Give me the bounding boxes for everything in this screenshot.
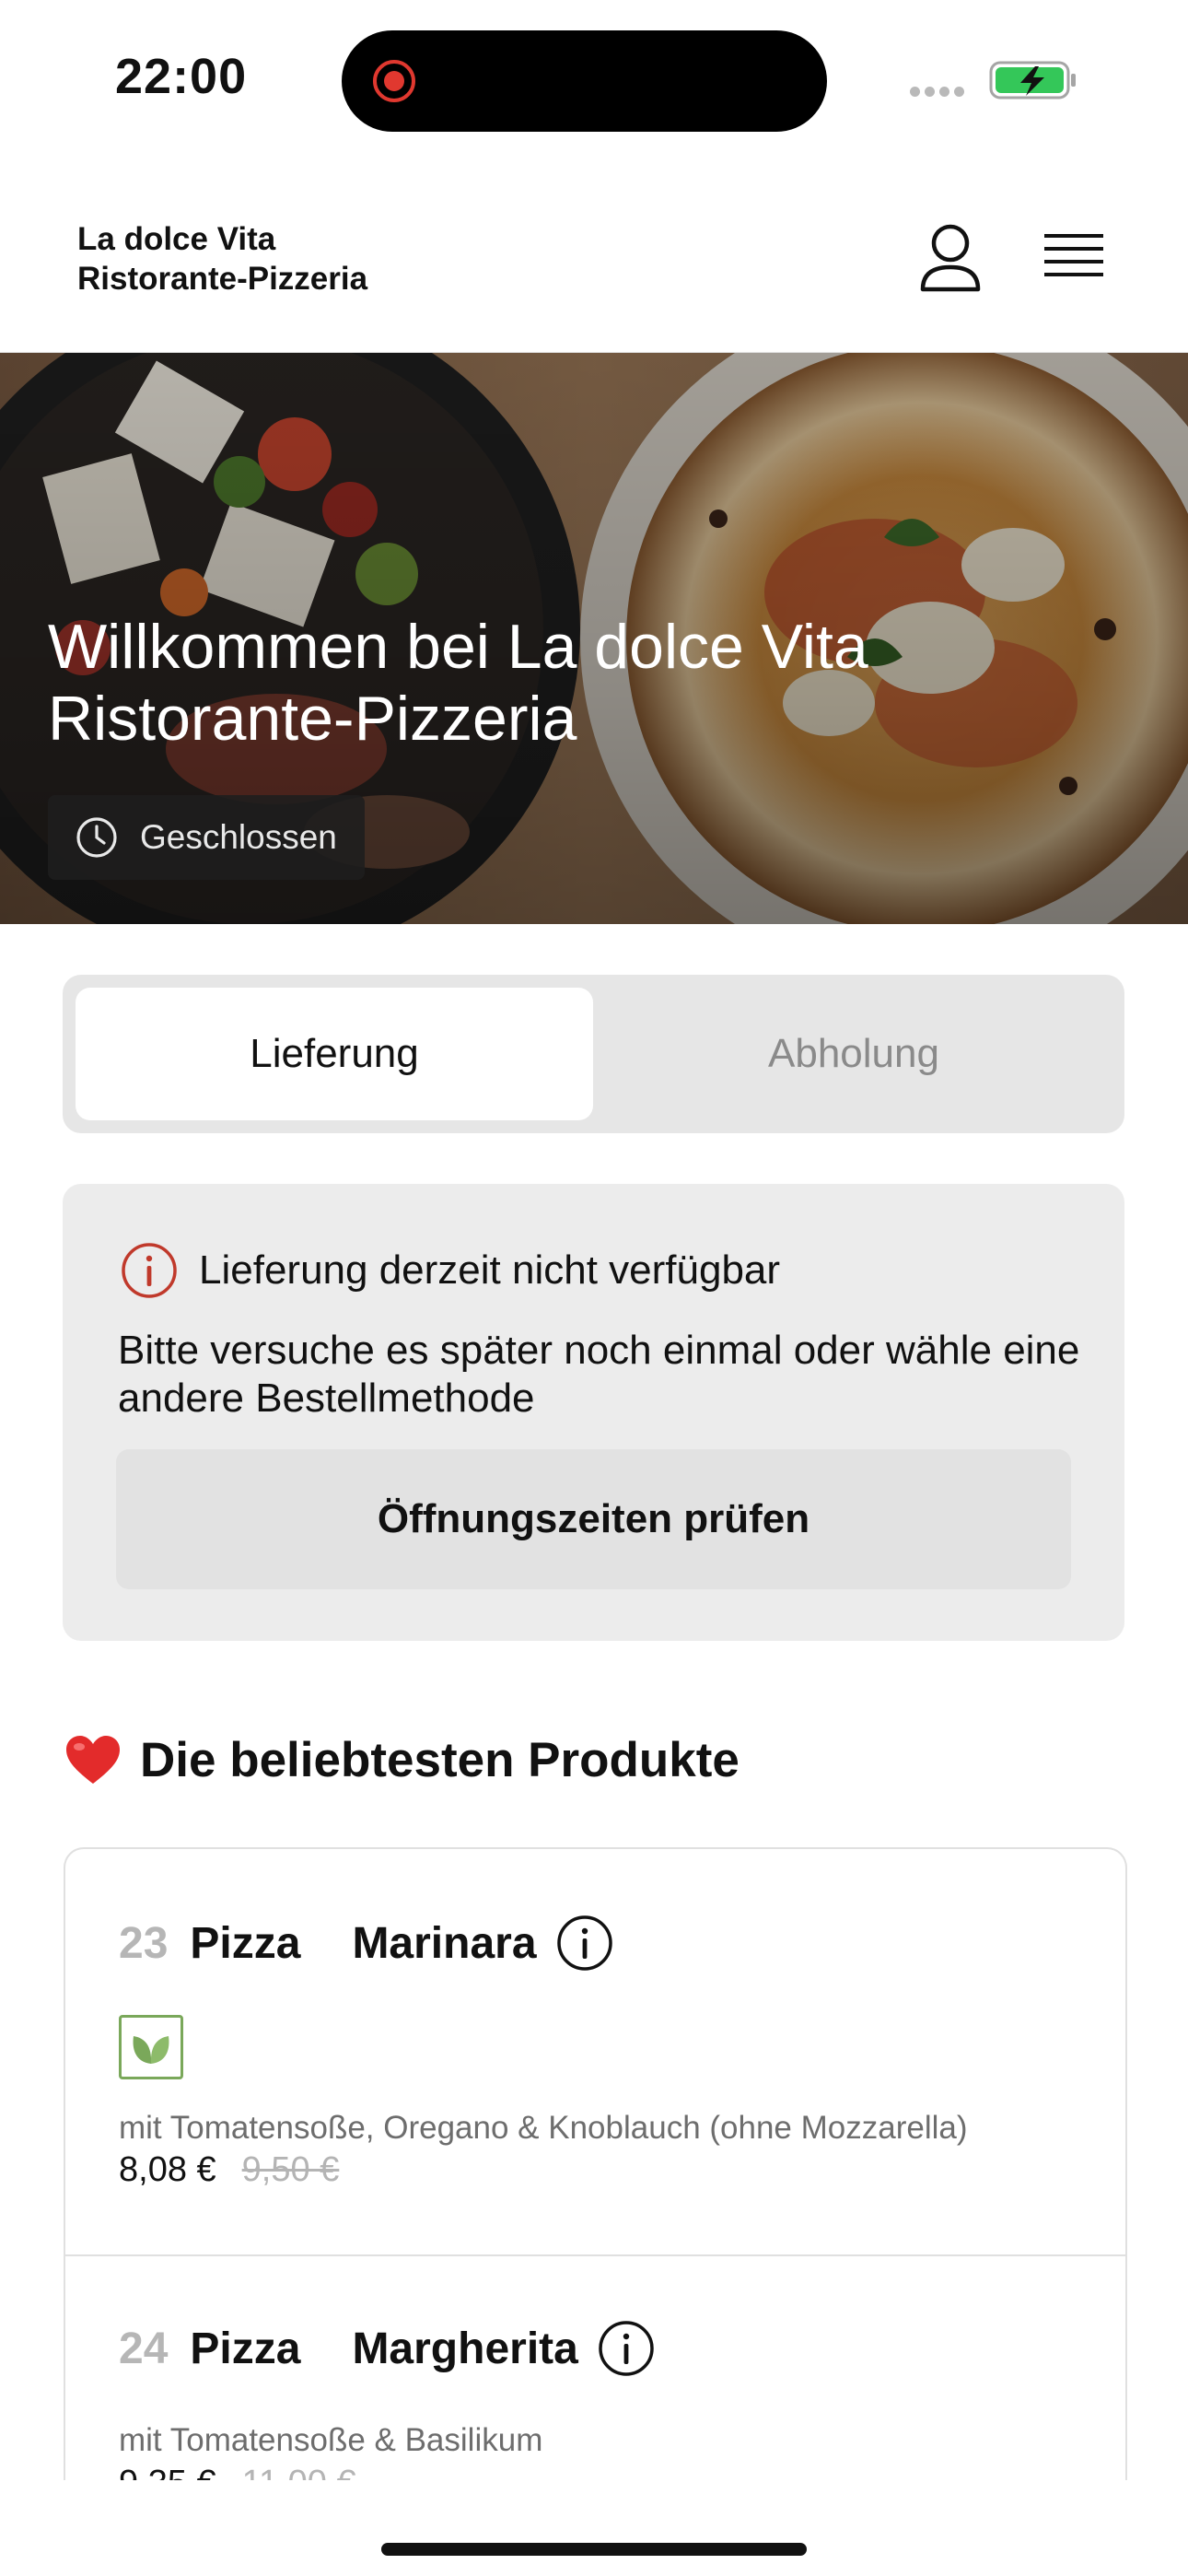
home-indicator[interactable] bbox=[381, 2543, 807, 2556]
product-name-part: Margherita bbox=[352, 2324, 578, 2373]
signal-icon bbox=[910, 85, 969, 101]
restaurant-logo-text[interactable]: La dolce Vita Ristorante-Pizzeria bbox=[77, 219, 367, 299]
product-list: 23 Pizza Marinara mit Tomatensoße, Orega… bbox=[64, 1847, 1127, 2494]
hamburger-menu-icon[interactable] bbox=[1041, 230, 1107, 286]
user-account-icon[interactable] bbox=[917, 223, 984, 295]
product-name-part: Pizza bbox=[190, 2324, 301, 2373]
product-price: 8,08 € bbox=[119, 2150, 216, 2189]
order-mode-switch: Lieferung Abholung bbox=[63, 975, 1124, 1133]
product-card[interactable]: 24 Pizza Margherita mit Tomatensoße & Ba… bbox=[65, 2256, 1125, 2494]
product-card[interactable]: 23 Pizza Marinara mit Tomatensoße, Orega… bbox=[65, 1849, 1125, 2256]
product-info-icon[interactable] bbox=[597, 2319, 656, 2378]
status-badge-label: Geschlossen bbox=[140, 818, 337, 856]
battery-icon bbox=[989, 61, 1076, 100]
product-name-part: Pizza bbox=[190, 1918, 301, 1968]
dynamic-island bbox=[342, 30, 827, 132]
status-time: 22:00 bbox=[115, 49, 248, 104]
tab-abholung[interactable]: Abholung bbox=[595, 988, 1112, 1120]
brand-line-1: La dolce Vita bbox=[77, 221, 276, 257]
product-header: 24 Pizza Margherita bbox=[119, 2319, 656, 2378]
notice-header: Lieferung derzeit nicht verfügbar bbox=[120, 1241, 780, 1300]
hero-banner: Willkommen bei La dolce Vita Ristorante-… bbox=[0, 353, 1188, 924]
check-opening-hours-button[interactable]: Öffnungszeiten prüfen bbox=[116, 1449, 1071, 1589]
status-bar: 22:00 bbox=[0, 0, 1188, 157]
opening-status-badge: Geschlossen bbox=[48, 795, 365, 880]
hero-title: Willkommen bei La dolce Vita Ristorante-… bbox=[48, 612, 868, 754]
heart-icon bbox=[66, 1735, 120, 1784]
product-name-part: Marinara bbox=[352, 1918, 537, 1968]
product-info-icon[interactable] bbox=[555, 1914, 614, 1973]
brand-line-2: Ristorante-Pizzeria bbox=[77, 261, 368, 297]
product-old-price: 9,50 € bbox=[241, 2150, 340, 2189]
section-title: Die beliebtesten Produkte bbox=[140, 1733, 740, 1787]
delivery-unavailable-notice: Lieferung derzeit nicht verfügbar Bitte … bbox=[63, 1184, 1124, 1641]
product-description: mit Tomatensoße, Oregano & Knoblauch (oh… bbox=[119, 2110, 968, 2146]
clock-icon bbox=[76, 817, 117, 858]
recording-icon bbox=[373, 60, 415, 102]
notice-title: Lieferung derzeit nicht verfügbar bbox=[199, 1247, 781, 1293]
product-description: mit Tomatensoße & Basilikum bbox=[119, 2422, 543, 2458]
warning-info-icon bbox=[122, 1243, 177, 1298]
product-price-row: 8,08 € 9,50 € bbox=[119, 2150, 339, 2190]
notice-text: Bitte versuche es später noch einmal ode… bbox=[118, 1328, 1080, 1421]
product-number: 24 bbox=[119, 2324, 169, 2373]
product-number: 23 bbox=[119, 1918, 169, 1968]
app-header: La dolce Vita Ristorante-Pizzeria bbox=[0, 175, 1188, 354]
popular-products-heading: Die beliebtesten Produkte bbox=[64, 1732, 740, 1788]
vegan-badge bbox=[119, 2015, 183, 2079]
leaf-icon bbox=[133, 2036, 169, 2064]
product-header: 23 Pizza Marinara bbox=[119, 1914, 614, 1973]
tab-lieferung[interactable]: Lieferung bbox=[76, 988, 593, 1120]
